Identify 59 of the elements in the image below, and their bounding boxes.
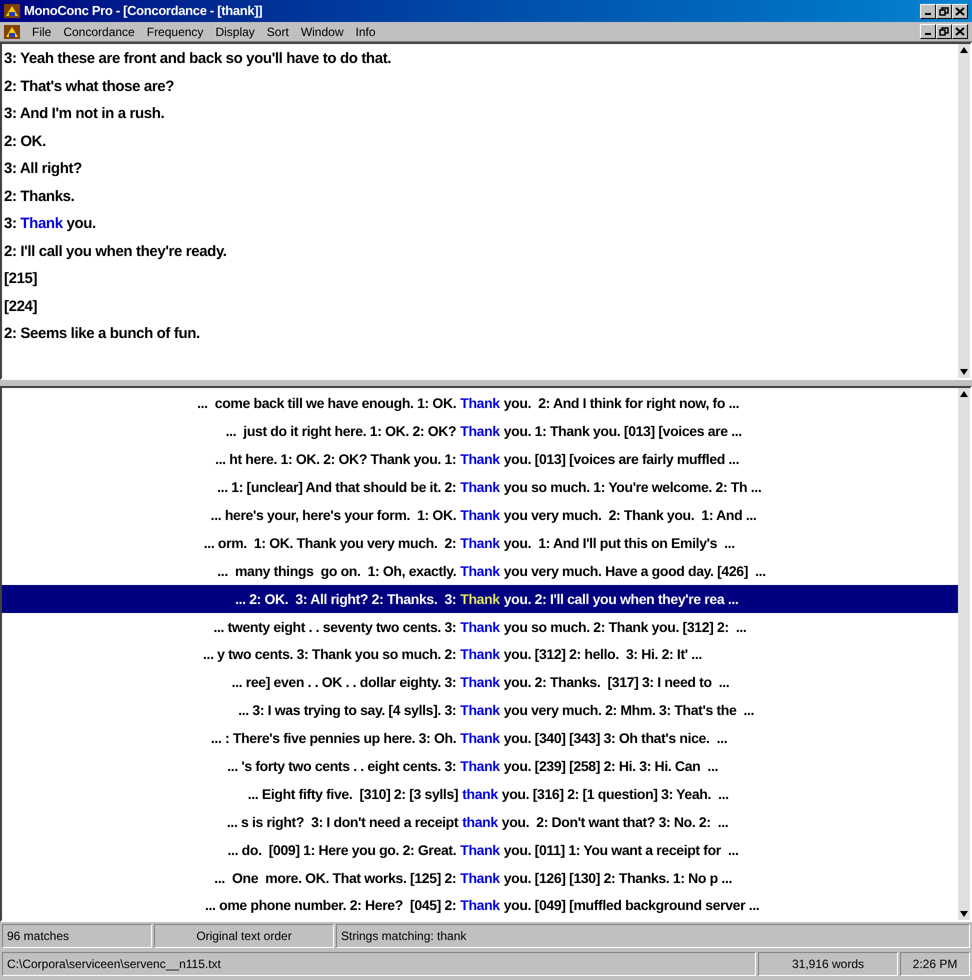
clock: 2:26 PM xyxy=(900,952,970,976)
word-count: 31,916 words xyxy=(758,952,898,976)
close-icon xyxy=(955,27,965,36)
concordance-line[interactable]: ... One more. OK. That works. [125] 2: Thank you. [126] [130] 2: Thanks. 1: No p ... xyxy=(2,864,958,892)
scrollbar[interactable] xyxy=(958,388,970,920)
menu-item[interactable]: File xyxy=(32,22,52,40)
minimize-button[interactable] xyxy=(920,24,936,39)
search-string: Strings matching: thank xyxy=(336,924,970,948)
menu-item[interactable]: Concordance xyxy=(63,22,135,40)
app-icon xyxy=(4,24,20,40)
context-line: 3: Yeah these are front and back so you'll have to do that. xyxy=(4,49,392,69)
maximize-button[interactable] xyxy=(936,24,952,39)
concordance-line[interactable]: ... do. [009] 1: Here you go. 2: Great. Thank you. [011] 1: You want a receipt for ... xyxy=(2,836,958,864)
close-icon xyxy=(955,6,965,16)
restore-icon xyxy=(939,27,949,36)
context-line: 2: Thanks. xyxy=(4,186,76,206)
context-line: 2: Seems like a bunch of fun. xyxy=(4,324,201,344)
minimize-button[interactable] xyxy=(920,4,936,18)
concordance-line[interactable]: ... s is right? 3: I don't need a receipt thank you. 2: Don't want that? 3: No. 2: ... xyxy=(2,808,958,836)
concordance-line[interactable]: ... twenty eight . . seventy two cents. 3: Thank you so much. 2: Thank you. [312] 2: ... xyxy=(2,613,958,642)
menu-item[interactable]: Frequency xyxy=(146,22,204,40)
concordance-line[interactable]: ... Eight fifty five. [310] 2: [3 sylls] thank you. [316] 2: [1 question] 3: Yeah. ... xyxy=(2,780,958,808)
concordance-line[interactable]: ... ome phone number. 2: Here? [045] 2: Thank you. [049] [muffled background server ... xyxy=(2,892,958,920)
concordance-line[interactable]: ... come back till we have enough. 1: OK. Thank you. 2: And I think for right now, fo ... xyxy=(2,390,958,418)
file-path: C:\Corpora\serviceen\servenc__n115.txt xyxy=(2,952,756,976)
concordance-line[interactable]: ... 1: [unclear] And that should be it. 2: Thank you so much. 1: You're welcome. 2: Th ... xyxy=(2,474,958,502)
context-line: 3: Thank you. xyxy=(4,214,97,234)
maximize-button[interactable] xyxy=(936,4,952,18)
concordance-line[interactable]: ... 's forty two cents . . eight cents. 3: Thank you. [239] [258] 2: Hi. 3: Hi. Can ... xyxy=(2,752,958,780)
context-line: 2: I'll call you when they're ready. xyxy=(4,242,228,262)
concordance-line[interactable]: ... : There's five pennies up here. 3: Oh. Thank you. [340] [343] 3: Oh that's nice. ... xyxy=(2,724,958,753)
match-count: 96 matches xyxy=(2,924,152,948)
context-line: 2: OK. xyxy=(4,132,47,152)
scrollbar[interactable] xyxy=(958,44,970,378)
minimize-icon xyxy=(925,12,931,14)
concordance-line[interactable]: ... y two cents. 3: Thank you so much. 2: Thank you. [312] 2: hello. 3: Hi. 2: It' ... xyxy=(2,641,958,669)
context-line: [224] xyxy=(4,296,38,316)
context-line: 2: That's what those are? xyxy=(4,76,176,96)
context-line: 3: All right? xyxy=(4,159,83,179)
close-button[interactable] xyxy=(952,4,968,18)
restore-icon xyxy=(939,6,949,16)
minimize-icon xyxy=(925,33,931,35)
context-line: [215] xyxy=(4,269,38,289)
concordance-line[interactable]: ... orm. 1: OK. Thank you very much. 2: Thank you. 1: And I'll put this on Emily's ... xyxy=(2,529,958,558)
menu-item[interactable]: Info xyxy=(356,22,376,40)
concordance-line[interactable]: ... ht here. 1: OK. 2: OK? Thank you. 1: Thank you. [013] [voices are fairly muffled ... xyxy=(2,446,958,474)
window-title: MonoConc Pro - [Concordance - [thank]] xyxy=(24,2,264,20)
app-icon xyxy=(4,3,20,19)
concordance-line[interactable]: ... here's your, here's your form. 1: OK. Thank you very much. 2: Thank you. 1: And ... xyxy=(2,502,958,530)
menu-item[interactable]: Window xyxy=(300,22,344,40)
concordance-line[interactable]: ... 3: I was trying to say. [4 sylls]. 3: Thank you very much. 2: Mhm. 3: That's the ... xyxy=(2,696,958,725)
concordance-line[interactable]: ... just do it right here. 1: OK. 2: OK? Thank you. 1: Thank you. [013] [voices are ... xyxy=(2,418,958,446)
context-line: 3: And I'm not in a rush. xyxy=(4,104,166,124)
menu-item[interactable]: Display xyxy=(215,22,255,40)
concordance-line[interactable]: ... ree] even . . OK . . dollar eighty. 3: Thank you. 2: Thanks. [317] 3: I need to ... xyxy=(2,668,958,697)
sort-order: Original text order xyxy=(154,924,334,948)
menu-item[interactable]: Sort xyxy=(266,22,289,40)
concordance-line[interactable]: ... many things go on. 1: Oh, exactly. Thank you very much. Have a good day. [426] ... xyxy=(2,557,958,586)
close-button[interactable] xyxy=(952,24,968,39)
